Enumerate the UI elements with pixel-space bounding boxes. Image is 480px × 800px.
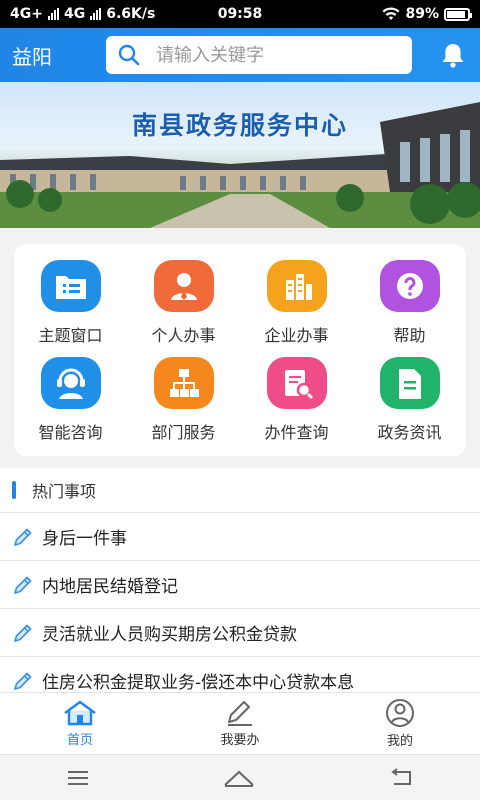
user-icon	[386, 698, 414, 727]
service-headset[interactable]: 智能咨询	[14, 357, 127, 454]
pencil-icon	[14, 528, 32, 546]
network-speed: 6.6K/s	[106, 6, 156, 22]
tab-home[interactable]: 首页	[0, 693, 160, 754]
pencil-icon	[14, 624, 32, 642]
search-box[interactable]	[106, 36, 412, 74]
service-label: 帮助	[393, 326, 426, 345]
document-icon	[379, 357, 440, 409]
service-building[interactable]: 企业办事	[240, 260, 353, 357]
service-org-chart[interactable]: 部门服务	[127, 357, 240, 454]
hot-items-title: 热门事项	[32, 482, 97, 501]
tab-mine[interactable]: 我的	[320, 693, 480, 754]
signal-icon	[47, 8, 59, 20]
tab-todo-label: 我要办	[220, 732, 260, 748]
status-bar: 4G+ 4G 6.6K/s 09:58 89%	[0, 0, 480, 28]
headset-icon	[40, 357, 101, 409]
list-item-label: 住房公积金提取业务-偿还本中心贷款本息	[42, 673, 355, 692]
app-header: 益阳	[0, 28, 480, 82]
banner-title: 南县政务服务中心	[131, 111, 348, 140]
home-nav-icon[interactable]	[222, 768, 256, 788]
list-item[interactable]: 住房公积金提取业务-偿还本中心贷款本息	[0, 657, 480, 692]
list-item-label: 内地居民结婚登记	[42, 577, 178, 597]
system-nav-bar	[0, 754, 480, 800]
service-label: 政务资讯	[377, 423, 442, 442]
list-item[interactable]: 身后一件事	[0, 513, 480, 561]
search-input[interactable]	[156, 44, 376, 66]
folder-list-icon	[40, 260, 101, 312]
signal-icon-2	[90, 8, 102, 20]
tab-mine-label: 我的	[386, 733, 413, 749]
pencil-icon	[14, 672, 32, 690]
service-label: 企业办事	[264, 326, 329, 345]
service-person[interactable]: 个人办事	[127, 260, 240, 357]
network-type: 4G+	[10, 6, 43, 22]
service-document[interactable]: 政务资讯	[353, 357, 466, 454]
wifi-icon	[382, 7, 400, 20]
service-search-document[interactable]: 办件查询	[240, 357, 353, 454]
hot-items-header: 热门事项	[0, 468, 480, 513]
building-icon	[266, 260, 327, 312]
tab-home-label: 首页	[66, 732, 93, 748]
bottom-tab-bar: 首页 我要办 我的	[0, 692, 480, 754]
building-illustration	[0, 102, 480, 228]
search-icon	[118, 44, 140, 66]
back-icon[interactable]	[388, 767, 414, 788]
bell-icon[interactable]	[438, 40, 468, 70]
network-type-2: 4G	[63, 6, 86, 22]
banner-image[interactable]: 南县政务服务中心	[0, 82, 480, 228]
pen-icon	[228, 700, 252, 726]
service-label: 个人办事	[151, 326, 216, 345]
list-item-label: 身后一件事	[42, 529, 127, 549]
service-card: 主题窗口 个人办事 企业办事 帮助智能咨询 部门服务 办件查询 政务资讯	[14, 244, 466, 456]
org-chart-icon	[153, 357, 214, 409]
hot-items-section: 热门事项 身后一件事内地居民结婚登记灵活就业人员购买期房公积金贷款住房公积金提取…	[0, 468, 480, 692]
search-document-icon	[266, 357, 327, 409]
home-icon	[64, 700, 96, 725]
list-item[interactable]: 灵活就业人员购买期房公积金贷款	[0, 609, 480, 657]
list-item[interactable]: 内地居民结婚登记	[0, 561, 480, 609]
service-label: 主题窗口	[38, 326, 103, 345]
service-label: 部门服务	[151, 423, 216, 442]
list-item-label: 灵活就业人员购买期房公积金贷款	[42, 625, 297, 645]
menu-icon[interactable]	[66, 769, 90, 787]
service-label: 办件查询	[264, 423, 329, 442]
service-help[interactable]: 帮助	[353, 260, 466, 357]
battery-icon	[444, 7, 472, 21]
help-icon	[379, 260, 440, 312]
pencil-icon	[14, 576, 32, 594]
accent-bar	[12, 481, 16, 499]
battery-percent: 89%	[405, 6, 439, 22]
service-label: 智能咨询	[38, 423, 103, 442]
city-selector[interactable]: 益阳	[12, 41, 106, 70]
tab-todo[interactable]: 我要办	[160, 693, 320, 754]
person-icon	[153, 260, 214, 312]
service-folder-list[interactable]: 主题窗口	[14, 260, 127, 357]
